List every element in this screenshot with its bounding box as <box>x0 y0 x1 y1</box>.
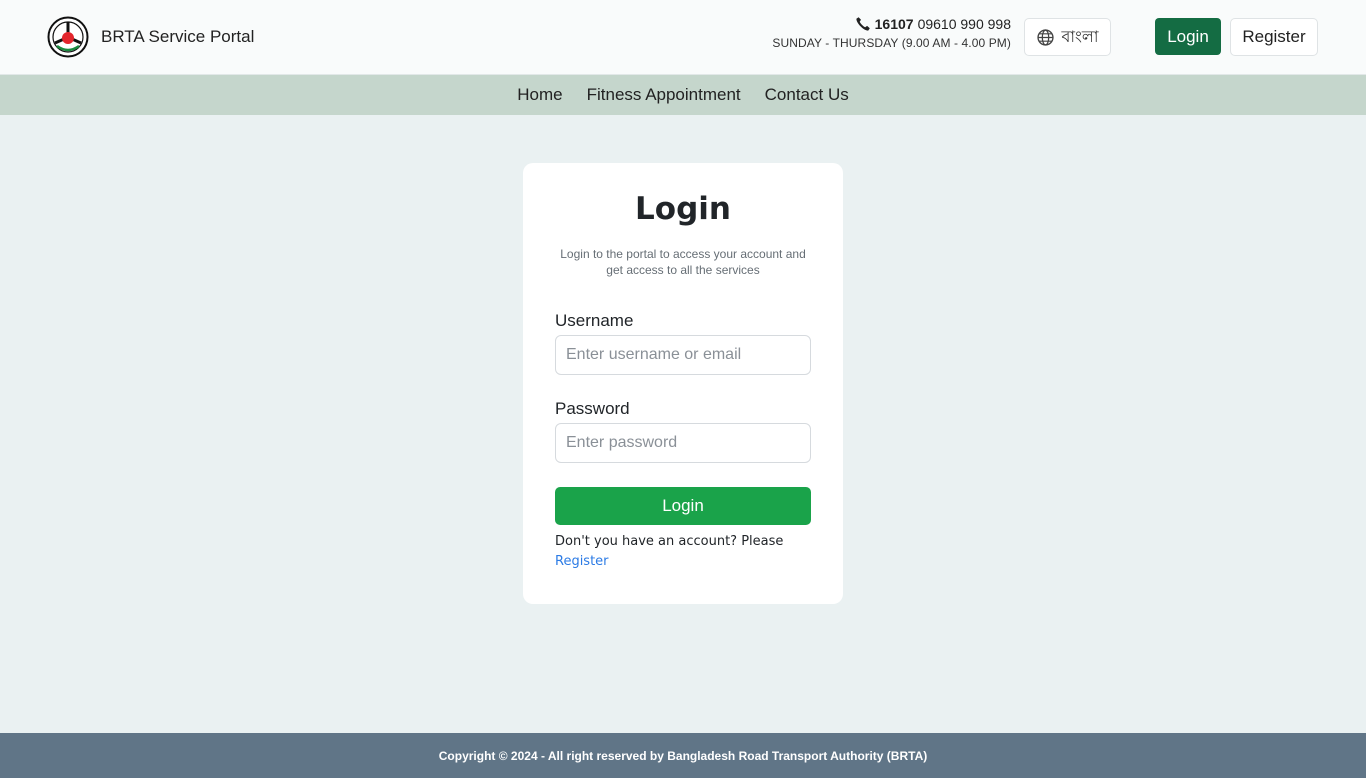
copyright-text: Copyright © 2024 - All right reserved by… <box>438 748 928 763</box>
register-link[interactable]: Register <box>555 554 609 569</box>
language-toggle-button[interactable]: বাংলা <box>1024 18 1111 56</box>
language-label: বাংলা <box>1061 26 1099 46</box>
login-subtitle: Login to the portal to access your accou… <box>560 247 806 277</box>
footer: Copyright © 2024 - All right reserved by… <box>0 733 1366 778</box>
header-register-button[interactable]: Register <box>1230 18 1318 56</box>
nav-item-home[interactable]: Home <box>517 85 562 105</box>
register-prompt: Don't you have an account? Please Regist… <box>555 532 811 572</box>
header: BRTA Service Portal 16107 09610 990 998 … <box>0 0 1366 75</box>
password-label: Password <box>555 399 630 418</box>
phone-number: 09610 990 998 <box>917 16 1011 32</box>
login-card: Login Login to the portal to access your… <box>523 163 843 604</box>
brand-name: BRTA Service Portal <box>101 27 255 46</box>
nav-item-fitness-appointment[interactable]: Fitness Appointment <box>587 85 741 105</box>
globe-icon <box>1036 28 1054 46</box>
nav-item-contact-us[interactable]: Contact Us <box>765 85 849 105</box>
contact-info: 16107 09610 990 998 SUNDAY - THURSDAY (9… <box>772 16 1011 50</box>
login-submit-button[interactable]: Login <box>555 487 811 525</box>
phone-line: 16107 09610 990 998 <box>772 16 1011 32</box>
brand[interactable]: BRTA Service Portal <box>47 16 254 58</box>
header-login-button[interactable]: Login <box>1155 18 1221 55</box>
username-input[interactable] <box>555 335 811 375</box>
phone-icon <box>856 17 870 31</box>
main-nav: Home Fitness Appointment Contact Us <box>0 75 1366 115</box>
office-hours: SUNDAY - THURSDAY (9.00 AM - 4.00 PM) <box>772 36 1011 50</box>
brta-logo <box>47 16 89 58</box>
hotline-number: 16107 <box>874 16 914 32</box>
register-prompt-text: Don't you have an account? Please <box>555 534 784 549</box>
username-label: Username <box>555 311 634 330</box>
login-title: Login <box>635 191 731 227</box>
password-input[interactable] <box>555 423 811 463</box>
